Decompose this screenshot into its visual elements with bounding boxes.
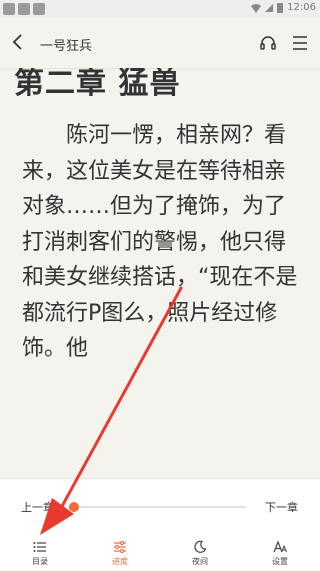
signal-icon <box>265 3 274 12</box>
chapter-paragraph: 陈河一愣，相亲网？看来，这位美女是在等待相亲对象……但为了掩饰，为了打消刺客们的… <box>22 118 304 367</box>
next-chapter-button[interactable]: 下一章 <box>265 499 298 515</box>
headphones-icon[interactable] <box>259 34 277 52</box>
wifi-icon <box>251 3 262 13</box>
tab-label: 目录 <box>32 557 48 566</box>
status-bar: 12:06 <box>0 0 320 18</box>
menu-icon[interactable] <box>292 35 308 51</box>
tab-settings[interactable]: 设置 <box>250 536 310 571</box>
tab-label: 进度 <box>112 557 128 566</box>
paragraph-text: 陈河一愣，相亲网？看来，这位美女是在等待相亲对象……但为了掩饰，为了打消刺客们的… <box>22 123 298 361</box>
chapter-title: 第二章 猛兽 <box>14 68 181 101</box>
back-arrow-icon[interactable] <box>8 32 28 52</box>
bottom-tab-bar: 目录 进度 夜间 设置 <box>0 536 320 571</box>
progress-slider[interactable] <box>68 502 246 512</box>
moon-icon <box>194 540 207 553</box>
notification-icon <box>18 3 30 15</box>
tab-night[interactable]: 夜间 <box>170 536 230 571</box>
notification-icon <box>33 3 45 15</box>
battery-icon <box>277 2 284 13</box>
tab-label: 设置 <box>272 557 288 566</box>
list-icon <box>33 542 46 552</box>
progress-thumb[interactable] <box>68 502 79 512</box>
notification-icon <box>3 3 15 15</box>
font-settings-icon <box>273 540 287 553</box>
tab-progress[interactable]: 进度 <box>90 536 150 571</box>
progress-sliders-icon <box>114 540 126 554</box>
tab-label: 夜间 <box>192 557 208 566</box>
notification-icons <box>3 3 45 15</box>
book-title: 一号狂兵 <box>40 39 93 54</box>
bottom-control-panel: 上一章 下一章 目录 进度 夜间 设置 <box>0 478 320 571</box>
tab-catalog[interactable]: 目录 <box>10 536 70 571</box>
status-time: 12:06 <box>287 2 316 13</box>
reading-area[interactable]: 第二章 猛兽 陈河一愣，相亲网？看来，这位美女是在等待相亲对象……但为了掩饰，为… <box>0 68 320 480</box>
reader-header: 一号狂兵 <box>0 18 320 69</box>
prev-chapter-button[interactable]: 上一章 <box>21 499 54 515</box>
